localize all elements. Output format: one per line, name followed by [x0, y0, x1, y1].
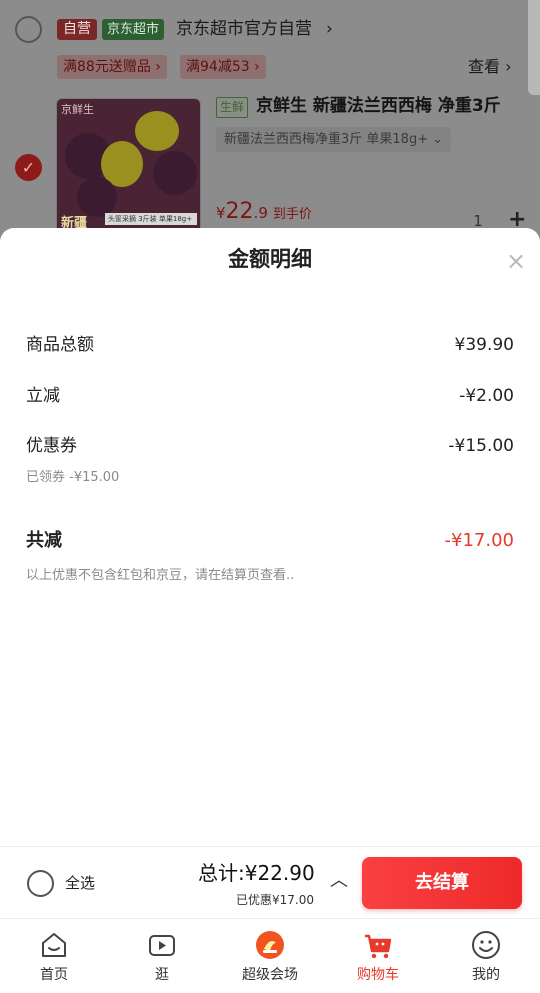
- cart-icon: [365, 934, 392, 959]
- total-price: 总计:¥22.90: [198, 861, 315, 885]
- tab-cart[interactable]: 购物车: [324, 919, 432, 993]
- video-icon: [149, 935, 175, 956]
- item-checked-radio[interactable]: ✓: [15, 154, 42, 181]
- coupon-value: -¥15.00: [448, 436, 514, 456]
- scroll-indicator: [528, 0, 540, 95]
- see-more-link[interactable]: 查看 ›: [468, 56, 512, 78]
- bottom-tab-bar: 首页 逛 超级会场 购物车 我的: [0, 918, 540, 993]
- tab-profile-label: 我的: [472, 967, 500, 983]
- plum-shape: [77, 177, 117, 217]
- price-int: 22: [225, 199, 254, 224]
- tab-cart-label: 购物车: [357, 967, 399, 983]
- cart-background: 自营 京东超市 京东超市官方自营 › 满88元送赠品 › 满94减53 › 查看…: [0, 0, 540, 240]
- shop-select-radio[interactable]: [15, 16, 42, 43]
- coupon-label: 优惠券: [26, 436, 77, 456]
- tab-profile[interactable]: 我的: [432, 919, 540, 993]
- amount-detail-sheet: 金额明细 × 商品总额 ¥39.90 立减 -¥2.00 优惠券 -¥15.00…: [0, 228, 540, 846]
- checkmark-icon: ✓: [21, 158, 36, 177]
- saved-amount: 已优惠¥17.00: [236, 893, 314, 907]
- sheet-title: 金额明细: [228, 247, 312, 271]
- profile-icon: [472, 931, 500, 959]
- tab-browse[interactable]: 逛: [108, 919, 216, 993]
- tab-home[interactable]: 首页: [0, 919, 108, 993]
- self-operated-tag: 自营: [57, 19, 97, 40]
- disclaimer-text: 以上优惠不包含红包和京豆，请在结算页查看..: [26, 568, 295, 583]
- chevron-right-icon[interactable]: ›: [326, 17, 333, 41]
- product-image-strip: 头筐采摘 3斤装 单果18g+: [105, 213, 197, 225]
- super-venue-icon: [256, 931, 284, 959]
- price-decimal: .9: [253, 204, 268, 222]
- select-all-label[interactable]: 全选: [65, 872, 95, 894]
- promo-discount-tag[interactable]: 满94减53 ›: [180, 55, 266, 79]
- product-image-brand: 京鲜生: [61, 103, 94, 116]
- fresh-tag: 生鲜: [216, 97, 249, 118]
- tab-super-venue-label: 超级会场: [242, 967, 298, 983]
- subtotal-label: 商品总额: [26, 335, 94, 355]
- close-icon[interactable]: ×: [506, 246, 526, 276]
- shop-name-link[interactable]: 京东超市官方自营: [176, 17, 312, 41]
- tab-home-label: 首页: [40, 967, 68, 983]
- plum-shape: [153, 151, 197, 195]
- price-note: 到手价: [272, 207, 312, 222]
- product-price: ¥22.9 到手价: [216, 197, 312, 230]
- tab-browse-label: 逛: [155, 967, 169, 983]
- plum-half-shape: [135, 111, 179, 151]
- product-image[interactable]: 京鲜生 新疆 头筐采摘 3斤装 单果18g+: [56, 98, 201, 240]
- select-all-radio[interactable]: [27, 870, 54, 897]
- checkout-button[interactable]: 去结算: [362, 857, 522, 909]
- home-icon: [42, 933, 66, 957]
- tab-super-venue[interactable]: 超级会场: [216, 919, 324, 993]
- coupon-note: 已领券 -¥15.00: [26, 470, 120, 485]
- total-discount-label: 共减: [26, 530, 62, 551]
- instant-discount-label: 立减: [26, 386, 60, 406]
- product-title[interactable]: 京鲜生 新疆法兰西西梅 净重3斤: [256, 94, 501, 118]
- price-symbol: ¥: [216, 204, 226, 222]
- chevron-up-icon[interactable]: ︿: [330, 869, 348, 893]
- checkout-bar: 全选 总计:¥22.90 已优惠¥17.00 ︿ 去结算: [0, 846, 540, 918]
- subtotal-value: ¥39.90: [454, 335, 514, 355]
- promo-gift-tag[interactable]: 满88元送赠品 ›: [57, 55, 167, 79]
- jd-supermarket-tag: 京东超市: [102, 19, 165, 40]
- instant-discount-value: -¥2.00: [459, 386, 514, 406]
- spec-selector[interactable]: 新疆法兰西西梅净重3斤 单果18g+ ⌄: [216, 127, 452, 152]
- total-discount-value: -¥17.00: [444, 530, 514, 551]
